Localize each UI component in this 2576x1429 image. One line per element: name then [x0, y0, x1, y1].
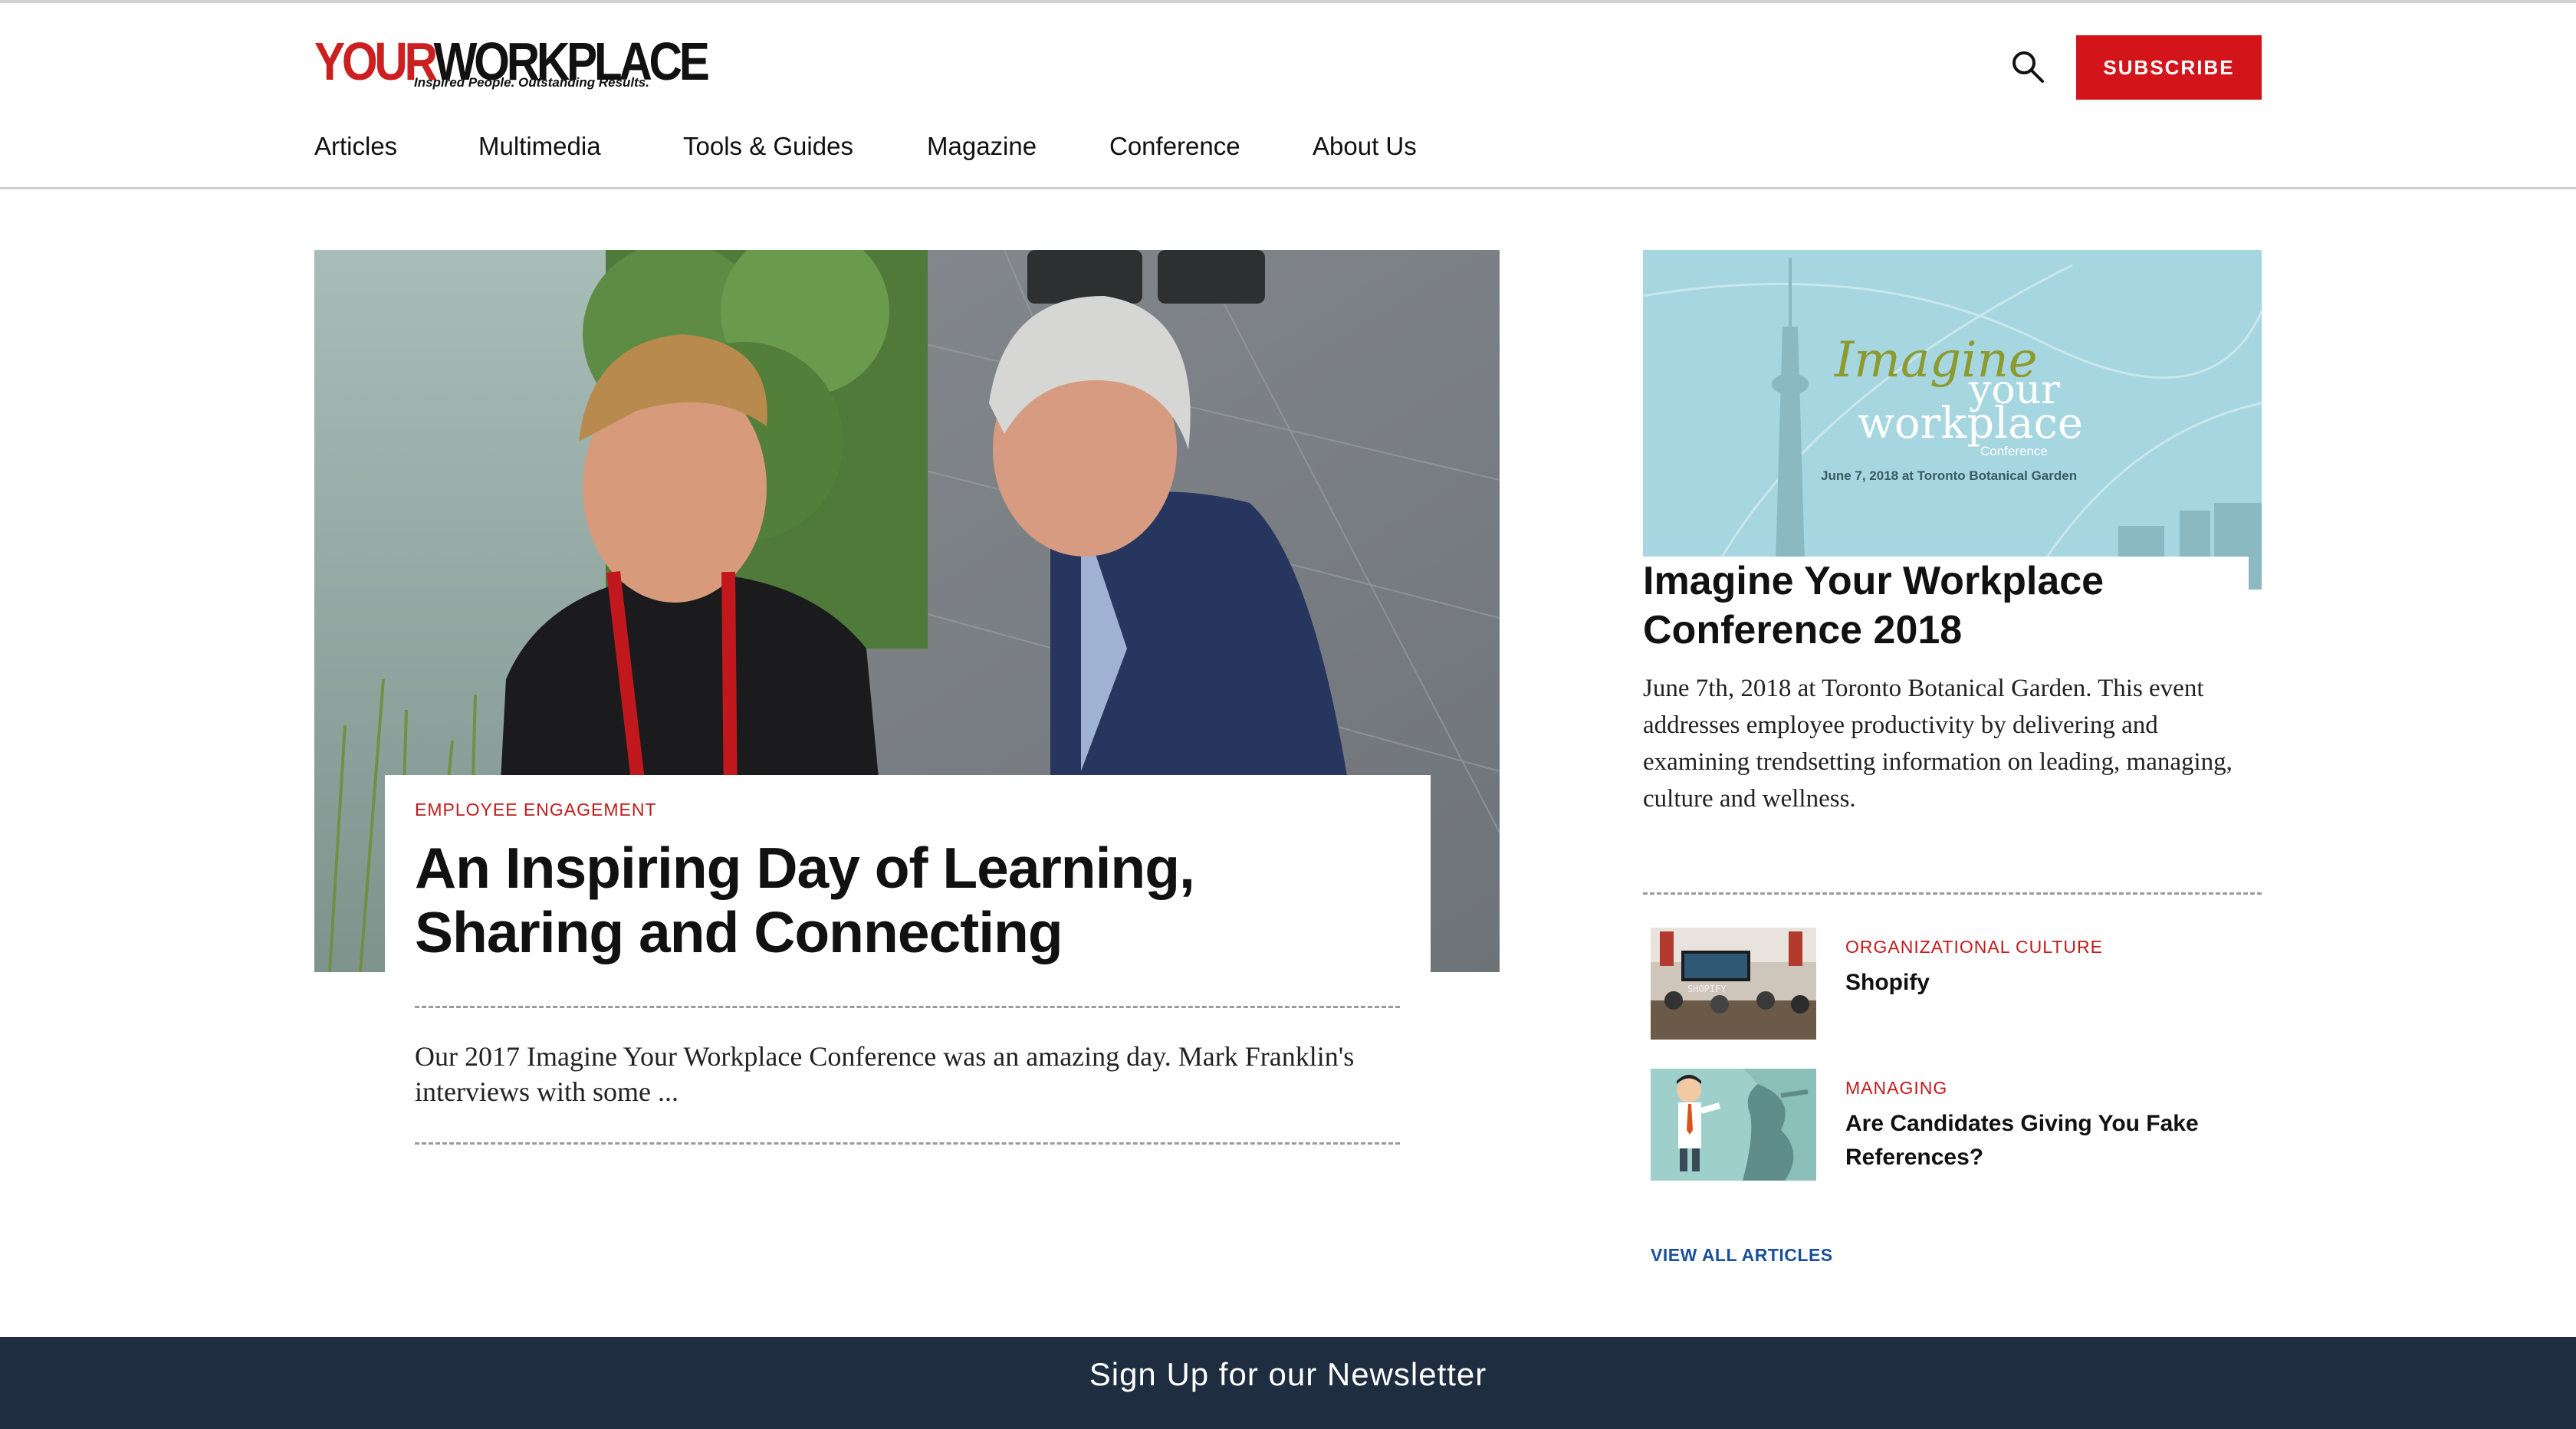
- hero-excerpt: Our 2017 Imagine Your Workplace Conferen…: [415, 1041, 1355, 1107]
- article-thumbnail: [1651, 1069, 1816, 1181]
- hero-title[interactable]: An Inspiring Day of Learning, Sharing an…: [415, 836, 1411, 964]
- nav-articles[interactable]: Articles: [314, 132, 397, 161]
- search-icon: [2013, 51, 2044, 83]
- hero-category[interactable]: EMPLOYEE ENGAGEMENT: [415, 800, 657, 820]
- hero-divider-top: [415, 1006, 1400, 1008]
- thumb-shopify-text: SHOPIFY: [1687, 984, 1727, 994]
- nav-tools-guides[interactable]: Tools & Guides: [683, 132, 853, 161]
- banner-workplace: workplace: [1858, 399, 2083, 448]
- newsletter-banner: Sign Up for our Newsletter: [0, 1337, 2576, 1429]
- site-logo[interactable]: YOURWORKPLACE Inspired People. Outstandi…: [314, 31, 710, 100]
- nav-about-us[interactable]: About Us: [1313, 132, 1417, 161]
- promo-description: June 7th, 2018 at Toronto Botanical Gard…: [1643, 675, 2233, 813]
- conference-promo-image[interactable]: Imagine your workplace Conference June 7…: [1643, 250, 2262, 590]
- logo-tagline: Inspired People. Outstanding Results.: [414, 75, 649, 90]
- nav-magazine[interactable]: Magazine: [927, 132, 1037, 161]
- top-border: [0, 0, 2576, 3]
- subscribe-button[interactable]: SUBSCRIBE: [2076, 35, 2262, 100]
- banner-date: June 7, 2018 at Toronto Botanical Garden: [1821, 468, 2077, 483]
- hero-divider-bottom: [415, 1142, 1400, 1145]
- article-title[interactable]: Shopify: [1845, 966, 2244, 1000]
- header-divider: [0, 187, 2576, 189]
- search-button[interactable]: [2009, 48, 2047, 86]
- nav-multimedia[interactable]: Multimedia: [478, 132, 601, 161]
- article-category[interactable]: MANAGING: [1845, 1078, 1947, 1099]
- article-thumbnail: SHOPIFY: [1651, 928, 1816, 1040]
- sidebar-divider: [1643, 892, 2262, 895]
- banner-conference: Conference: [1980, 444, 2048, 458]
- article-title[interactable]: Are Candidates Giving You Fake Reference…: [1845, 1107, 2244, 1174]
- sidebar-article[interactable]: MANAGING Are Candidates Giving You Fake …: [1651, 1069, 2262, 1181]
- shopify-office-image: SHOPIFY: [1651, 928, 1816, 1040]
- fake-references-illustration: [1651, 1069, 1816, 1181]
- newsletter-signup-link[interactable]: Sign Up for our Newsletter: [0, 1356, 2576, 1393]
- view-all-articles-link[interactable]: VIEW ALL ARTICLES: [1651, 1245, 1833, 1266]
- article-category[interactable]: ORGANIZATIONAL CULTURE: [1845, 937, 2103, 958]
- sidebar-article[interactable]: SHOPIFY ORGANIZATIONAL CULTURE Shopify: [1651, 928, 2262, 1040]
- conference-banner: Imagine your workplace Conference June 7…: [1643, 250, 2262, 590]
- promo-title[interactable]: Imagine Your Workplace Conference 2018: [1643, 557, 2249, 655]
- nav-conference[interactable]: Conference: [1109, 132, 1240, 161]
